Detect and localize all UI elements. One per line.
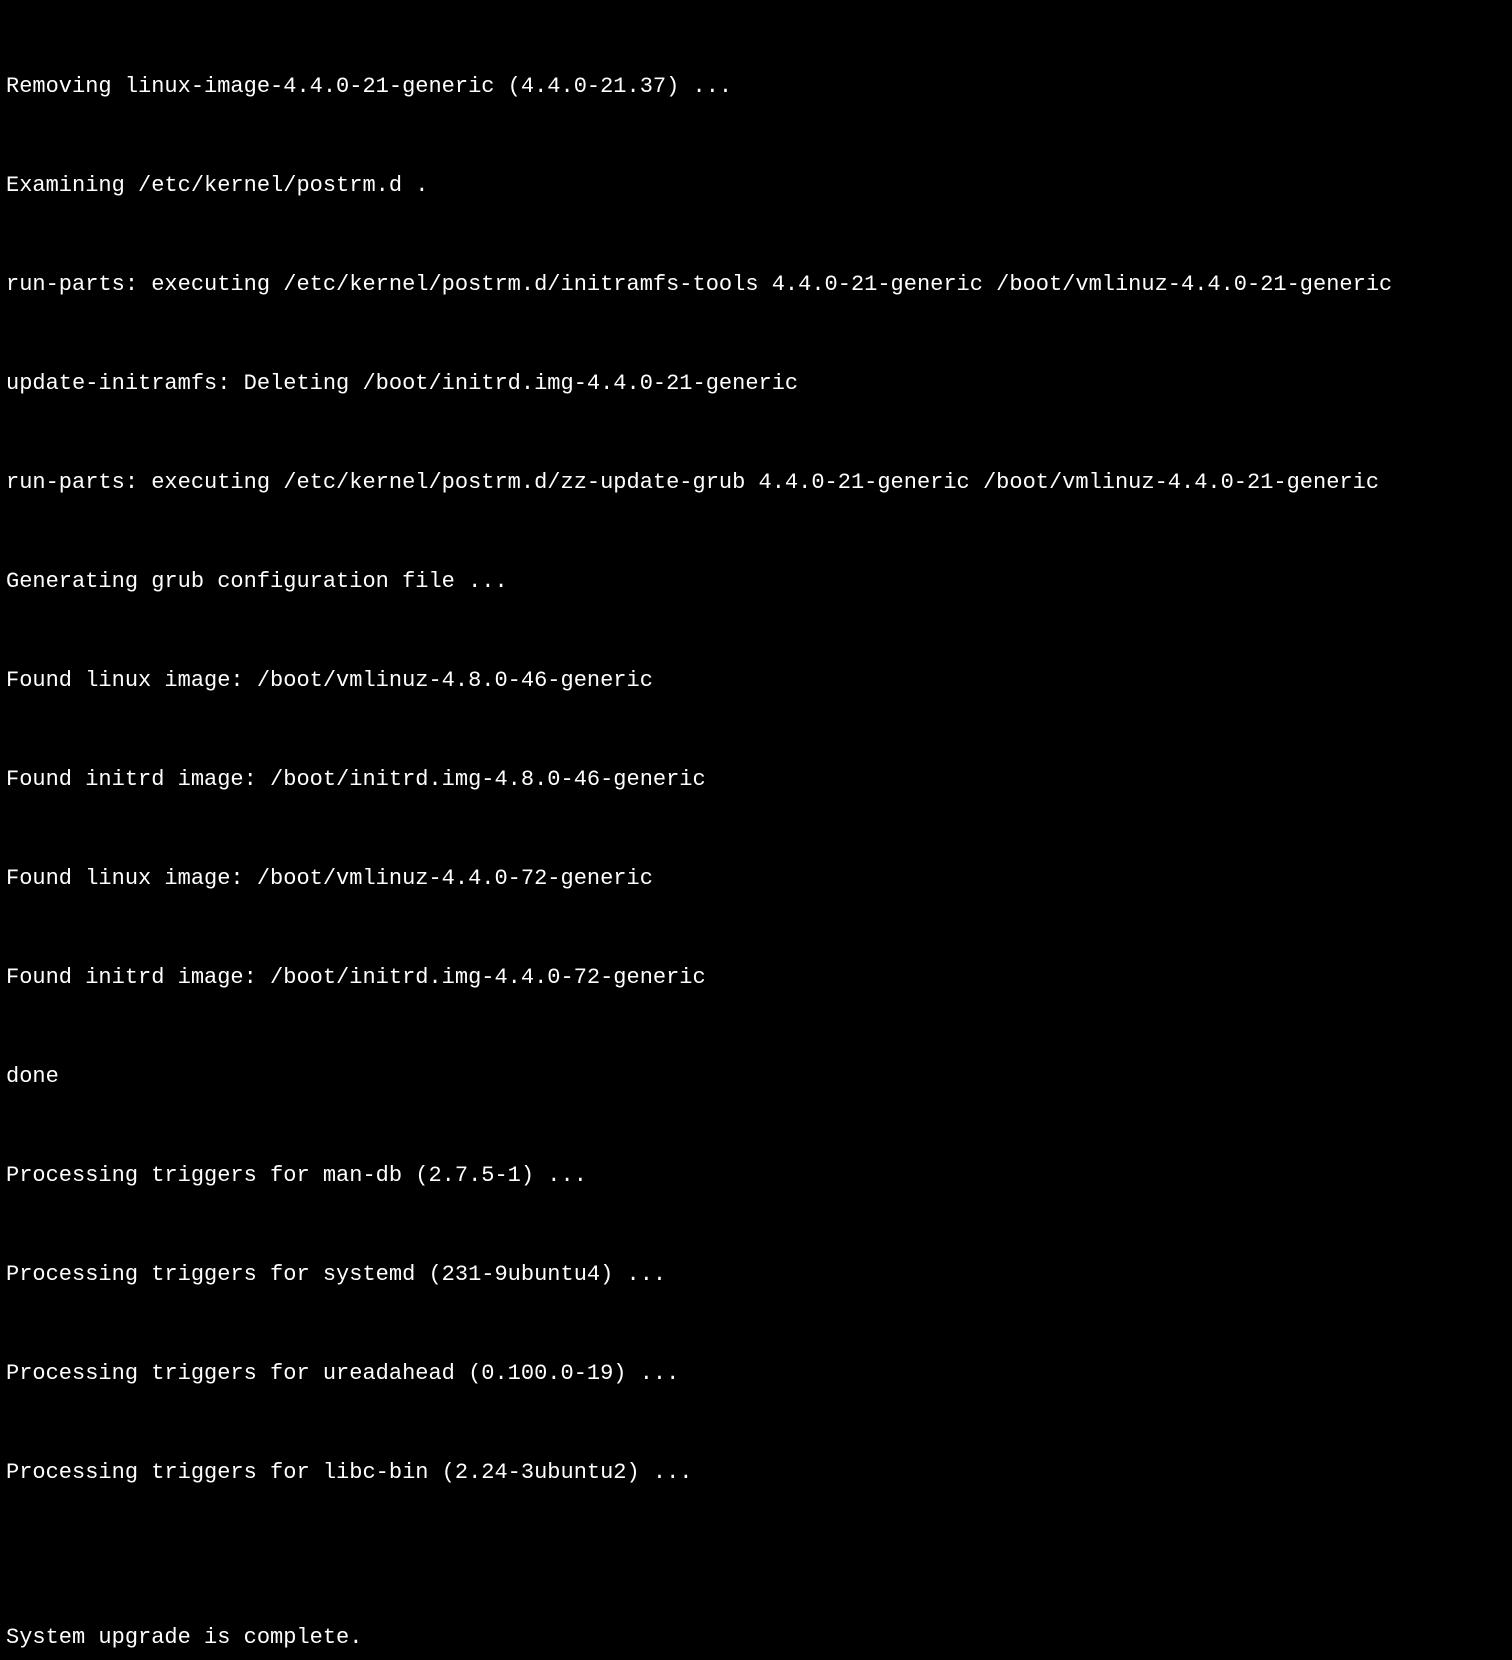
terminal-line: Processing triggers for man-db (2.7.5-1)… [6,1159,1506,1192]
terminal-line: Found linux image: /boot/vmlinuz-4.4.0-7… [6,862,1506,895]
terminal-line: Examining /etc/kernel/postrm.d . [6,169,1506,202]
terminal-line: update-initramfs: Deleting /boot/initrd.… [6,367,1506,400]
terminal-line: run-parts: executing /etc/kernel/postrm.… [6,466,1506,499]
terminal-line: Found initrd image: /boot/initrd.img-4.8… [6,763,1506,796]
terminal-line: Processing triggers for libc-bin (2.24-3… [6,1456,1506,1489]
terminal-line: Found initrd image: /boot/initrd.img-4.4… [6,961,1506,994]
terminal-line: Found linux image: /boot/vmlinuz-4.8.0-4… [6,664,1506,697]
terminal-line: run-parts: executing /etc/kernel/postrm.… [6,268,1506,301]
terminal-line: Processing triggers for ureadahead (0.10… [6,1357,1506,1390]
terminal-line: System upgrade is complete. [6,1621,1506,1654]
terminal-line: Processing triggers for systemd (231-9ub… [6,1258,1506,1291]
terminal-line: Removing linux-image-4.4.0-21-generic (4… [6,70,1506,103]
terminal-line: done [6,1060,1506,1093]
terminal-output[interactable]: Removing linux-image-4.4.0-21-generic (4… [6,4,1506,1660]
terminal-line: Generating grub configuration file ... [6,565,1506,598]
